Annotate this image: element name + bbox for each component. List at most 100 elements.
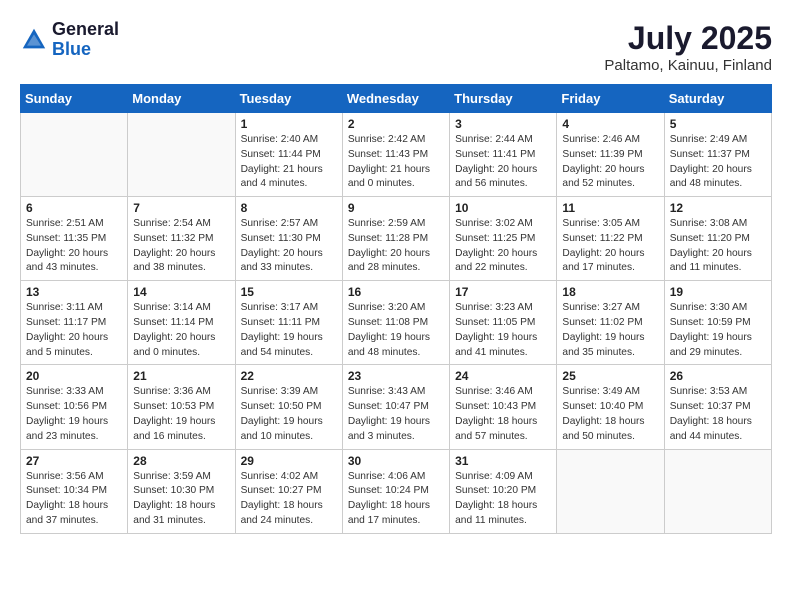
- day-number: 11: [562, 201, 658, 215]
- calendar-cell: 19Sunrise: 3:30 AM Sunset: 10:59 PM Dayl…: [664, 281, 771, 365]
- calendar-cell: 7 Sunrise: 2:54 AM Sunset: 11:32 PM Dayli…: [128, 197, 235, 281]
- day-info: Sunrise: 2:40 AM Sunset: 11:44 PM Daylig…: [241, 133, 337, 192]
- day-number: 17: [455, 285, 551, 299]
- day-number: 23: [348, 369, 444, 383]
- calendar-cell: 3Sunrise: 2:44 AM Sunset: 11:41 PM Dayli…: [450, 113, 557, 197]
- calendar-cell: 25 Sunrise: 3:49 AM Sunset: 10:40 PM Dayl…: [557, 365, 664, 449]
- weekday-header: Thursday: [450, 85, 557, 113]
- day-info: Sunrise: 3:49 AM Sunset: 10:40 PM Daylig…: [562, 385, 658, 444]
- day-number: 5: [670, 117, 766, 131]
- calendar-cell: 24Sunrise: 3:46 AM Sunset: 10:43 PM Dayl…: [450, 365, 557, 449]
- day-number: 28: [133, 454, 229, 468]
- calendar-cell: 23 Sunrise: 3:43 AM Sunset: 10:47 PM Dayl…: [342, 365, 449, 449]
- logo-icon: [20, 26, 48, 54]
- day-number: 4: [562, 117, 658, 131]
- calendar-cell: 2Sunrise: 2:42 AM Sunset: 11:43 PM Dayli…: [342, 113, 449, 197]
- calendar-cell: 9Sunrise: 2:59 AM Sunset: 11:28 PM Dayli…: [342, 197, 449, 281]
- day-number: 8: [241, 201, 337, 215]
- day-info: Sunrise: 3:14 AM Sunset: 11:14 PM Daylig…: [133, 301, 229, 360]
- day-number: 12: [670, 201, 766, 215]
- day-info: Sunrise: 3:27 AM Sunset: 11:02 PM Daylig…: [562, 301, 658, 360]
- calendar-cell: [664, 449, 771, 533]
- logo-general: General: [52, 20, 119, 40]
- calendar-cell: 31 Sunrise: 4:09 AM Sunset: 10:20 PM Dayl…: [450, 449, 557, 533]
- day-number: 22: [241, 369, 337, 383]
- day-number: 10: [455, 201, 551, 215]
- calendar-week-row: 6 Sunrise: 2:51 AM Sunset: 11:35 PM Dayli…: [21, 197, 772, 281]
- day-info: Sunrise: 3:23 AM Sunset: 11:05 PM Daylig…: [455, 301, 551, 360]
- day-info: Sunrise: 3:46 AM Sunset: 10:43 PM Daylig…: [455, 385, 551, 444]
- weekday-header: Sunday: [21, 85, 128, 113]
- calendar-cell: [128, 113, 235, 197]
- day-info: Sunrise: 3:36 AM Sunset: 10:53 PM Daylig…: [133, 385, 229, 444]
- calendar-cell: 28 Sunrise: 3:59 AM Sunset: 10:30 PM Dayl…: [128, 449, 235, 533]
- day-number: 7: [133, 201, 229, 215]
- weekday-header: Saturday: [664, 85, 771, 113]
- day-number: 27: [26, 454, 122, 468]
- day-number: 1: [241, 117, 337, 131]
- month-year: July 2025: [604, 20, 772, 57]
- logo-blue: Blue: [52, 40, 119, 60]
- title-block: July 2025 Paltamo, Kainuu, Finland: [604, 20, 772, 74]
- calendar-cell: 18Sunrise: 3:27 AM Sunset: 11:02 PM Dayl…: [557, 281, 664, 365]
- day-number: 3: [455, 117, 551, 131]
- day-number: 30: [348, 454, 444, 468]
- calendar-week-row: 13 Sunrise: 3:11 AM Sunset: 11:17 PM Dayl…: [21, 281, 772, 365]
- day-info: Sunrise: 3:39 AM Sunset: 10:50 PM Daylig…: [241, 385, 337, 444]
- day-number: 29: [241, 454, 337, 468]
- day-info: Sunrise: 2:49 AM Sunset: 11:37 PM Daylig…: [670, 133, 766, 192]
- calendar-cell: 5 Sunrise: 2:49 AM Sunset: 11:37 PM Dayli…: [664, 113, 771, 197]
- day-info: Sunrise: 2:57 AM Sunset: 11:30 PM Daylig…: [241, 217, 337, 276]
- day-number: 15: [241, 285, 337, 299]
- day-info: Sunrise: 2:42 AM Sunset: 11:43 PM Daylig…: [348, 133, 444, 192]
- calendar-week-row: 20 Sunrise: 3:33 AM Sunset: 10:56 PM Dayl…: [21, 365, 772, 449]
- calendar-cell: 26Sunrise: 3:53 AM Sunset: 10:37 PM Dayl…: [664, 365, 771, 449]
- calendar-cell: 12 Sunrise: 3:08 AM Sunset: 11:20 PM Dayl…: [664, 197, 771, 281]
- day-info: Sunrise: 2:51 AM Sunset: 11:35 PM Daylig…: [26, 217, 122, 276]
- day-info: Sunrise: 2:46 AM Sunset: 11:39 PM Daylig…: [562, 133, 658, 192]
- calendar-week-row: 1 Sunrise: 2:40 AM Sunset: 11:44 PM Dayli…: [21, 113, 772, 197]
- day-info: Sunrise: 3:43 AM Sunset: 10:47 PM Daylig…: [348, 385, 444, 444]
- day-number: 13: [26, 285, 122, 299]
- calendar-cell: 8 Sunrise: 2:57 AM Sunset: 11:30 PM Dayli…: [235, 197, 342, 281]
- calendar-cell: 16 Sunrise: 3:20 AM Sunset: 11:08 PM Dayl…: [342, 281, 449, 365]
- day-number: 16: [348, 285, 444, 299]
- day-info: Sunrise: 4:06 AM Sunset: 10:24 PM Daylig…: [348, 470, 444, 529]
- day-number: 31: [455, 454, 551, 468]
- calendar-cell: 29 Sunrise: 4:02 AM Sunset: 10:27 PM Dayl…: [235, 449, 342, 533]
- calendar-cell: 10Sunrise: 3:02 AM Sunset: 11:25 PM Dayl…: [450, 197, 557, 281]
- day-info: Sunrise: 3:11 AM Sunset: 11:17 PM Daylig…: [26, 301, 122, 360]
- day-number: 25: [562, 369, 658, 383]
- calendar-cell: 17 Sunrise: 3:23 AM Sunset: 11:05 PM Dayl…: [450, 281, 557, 365]
- day-number: 9: [348, 201, 444, 215]
- day-info: Sunrise: 3:59 AM Sunset: 10:30 PM Daylig…: [133, 470, 229, 529]
- day-number: 20: [26, 369, 122, 383]
- calendar-cell: 27 Sunrise: 3:56 AM Sunset: 10:34 PM Dayl…: [21, 449, 128, 533]
- page-header: General Blue July 2025 Paltamo, Kainuu, …: [20, 20, 772, 74]
- calendar-cell: 1 Sunrise: 2:40 AM Sunset: 11:44 PM Dayli…: [235, 113, 342, 197]
- calendar-cell: 22 Sunrise: 3:39 AM Sunset: 10:50 PM Dayl…: [235, 365, 342, 449]
- calendar-cell: [557, 449, 664, 533]
- day-number: 14: [133, 285, 229, 299]
- day-info: Sunrise: 3:56 AM Sunset: 10:34 PM Daylig…: [26, 470, 122, 529]
- logo-text: General Blue: [52, 20, 119, 60]
- day-info: Sunrise: 3:20 AM Sunset: 11:08 PM Daylig…: [348, 301, 444, 360]
- logo: General Blue: [20, 20, 119, 60]
- weekday-header-row: SundayMondayTuesdayWednesdayThursdayFrid…: [21, 85, 772, 113]
- day-number: 6: [26, 201, 122, 215]
- day-info: Sunrise: 2:54 AM Sunset: 11:32 PM Daylig…: [133, 217, 229, 276]
- weekday-header: Monday: [128, 85, 235, 113]
- day-info: Sunrise: 4:02 AM Sunset: 10:27 PM Daylig…: [241, 470, 337, 529]
- weekday-header: Wednesday: [342, 85, 449, 113]
- calendar-cell: 6 Sunrise: 2:51 AM Sunset: 11:35 PM Dayli…: [21, 197, 128, 281]
- day-info: Sunrise: 3:53 AM Sunset: 10:37 PM Daylig…: [670, 385, 766, 444]
- calendar-cell: 30 Sunrise: 4:06 AM Sunset: 10:24 PM Dayl…: [342, 449, 449, 533]
- day-info: Sunrise: 4:09 AM Sunset: 10:20 PM Daylig…: [455, 470, 551, 529]
- calendar-table: SundayMondayTuesdayWednesdayThursdayFrid…: [20, 84, 772, 534]
- day-info: Sunrise: 3:08 AM Sunset: 11:20 PM Daylig…: [670, 217, 766, 276]
- day-info: Sunrise: 3:05 AM Sunset: 11:22 PM Daylig…: [562, 217, 658, 276]
- day-info: Sunrise: 3:33 AM Sunset: 10:56 PM Daylig…: [26, 385, 122, 444]
- calendar-cell: 21Sunrise: 3:36 AM Sunset: 10:53 PM Dayl…: [128, 365, 235, 449]
- calendar-cell: 13 Sunrise: 3:11 AM Sunset: 11:17 PM Dayl…: [21, 281, 128, 365]
- calendar-cell: [21, 113, 128, 197]
